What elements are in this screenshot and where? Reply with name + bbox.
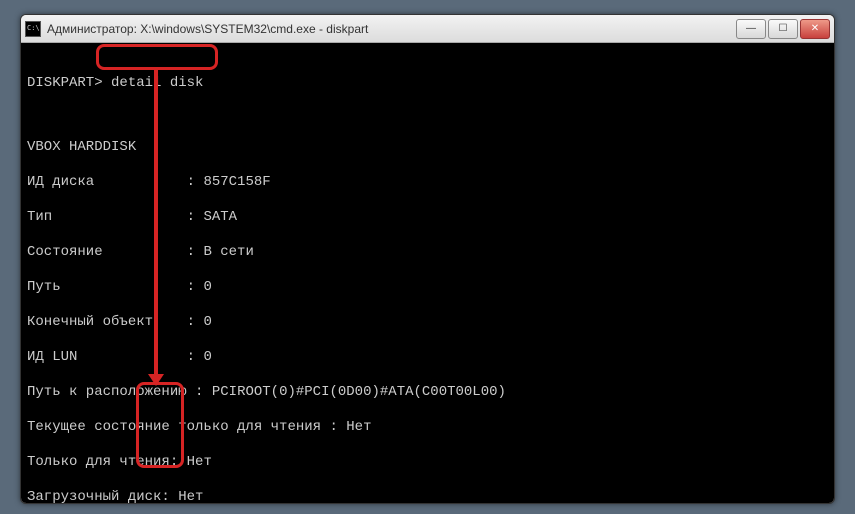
detail-row: Состояние : В сети (27, 244, 828, 262)
titlebar[interactable]: Администратор: X:\windows\SYSTEM32\cmd.e… (21, 15, 834, 43)
window-title: Администратор: X:\windows\SYSTEM32\cmd.e… (47, 22, 736, 36)
close-button[interactable]: ✕ (800, 19, 830, 39)
detail-path: Путь к расположению : PCIROOT(0)#PCI(0D0… (27, 384, 828, 402)
detail-row: Путь : 0 (27, 279, 828, 297)
detail-row: ИД LUN : 0 (27, 349, 828, 367)
prompt-line: DISKPART> detail disk (27, 75, 828, 93)
disk-header: VBOX HARDDISK (27, 139, 828, 157)
flag-row: Загрузочный диск: Нет (27, 489, 828, 504)
prompt: DISKPART> (27, 75, 103, 91)
maximize-button[interactable]: ☐ (768, 19, 798, 39)
flag-row: Только для чтения: Нет (27, 454, 828, 472)
detail-row: Тип : SATA (27, 209, 828, 227)
detail-row: ИД диска : 857C158F (27, 174, 828, 192)
terminal-output[interactable]: DISKPART> detail disk VBOX HARDDISK ИД д… (21, 43, 834, 503)
cmd-icon (25, 21, 41, 37)
minimize-button[interactable]: — (736, 19, 766, 39)
flag-row: Текущее состояние только для чтения : Не… (27, 419, 828, 437)
cmd-window: Администратор: X:\windows\SYSTEM32\cmd.e… (20, 14, 835, 504)
command-text: detail disk (111, 75, 203, 91)
window-controls: — ☐ ✕ (736, 19, 830, 39)
detail-row: Конечный объект : 0 (27, 314, 828, 332)
